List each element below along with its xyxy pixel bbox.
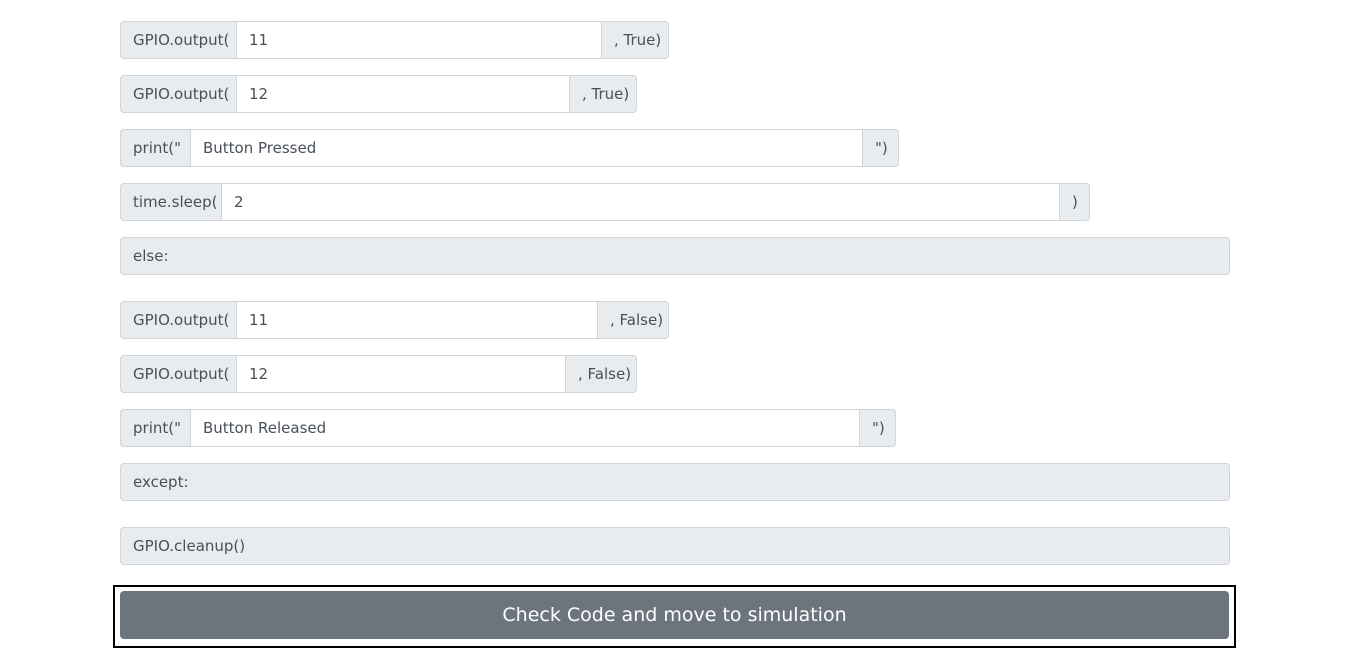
code-prefix: GPIO.output( [120,75,236,113]
code-suffix: ) [1060,183,1090,221]
pin-number-input[interactable] [236,355,566,393]
sleep-duration-input[interactable] [221,183,1060,221]
pin-number-input[interactable] [236,21,602,59]
code-suffix: , True) [570,75,637,113]
code-line-print-released: print(" ") [120,409,896,447]
code-suffix: ") [863,129,899,167]
code-prefix: print(" [120,409,190,447]
code-prefix: GPIO.output( [120,355,236,393]
check-code-button[interactable]: Check Code and move to simulation [120,591,1229,639]
code-line-gpio-output-11-true: GPIO.output( , True) [120,21,669,59]
code-prefix: time.sleep( [120,183,221,221]
code-line-else: else: [120,237,1230,275]
pin-number-input[interactable] [236,75,570,113]
code-line-time-sleep: time.sleep( ) [120,183,1090,221]
code-line-except: except: [120,463,1230,501]
print-message-input[interactable] [190,409,860,447]
code-line-gpio-output-12-false: GPIO.output( , False) [120,355,637,393]
code-prefix: GPIO.output( [120,21,236,59]
code-prefix: GPIO.output( [120,301,236,339]
print-message-input[interactable] [190,129,863,167]
submit-focus-outline: Check Code and move to simulation [113,585,1236,648]
code-suffix: , False) [566,355,637,393]
code-suffix: , True) [602,21,669,59]
code-line-gpio-output-11-false: GPIO.output( , False) [120,301,669,339]
code-suffix: ") [860,409,896,447]
code-line-gpio-output-12-true: GPIO.output( , True) [120,75,637,113]
code-line-gpio-cleanup: GPIO.cleanup() [120,527,1230,565]
pin-number-input[interactable] [236,301,598,339]
code-suffix: , False) [598,301,669,339]
code-line-print-pressed: print(" ") [120,129,899,167]
code-prefix: print(" [120,129,190,167]
